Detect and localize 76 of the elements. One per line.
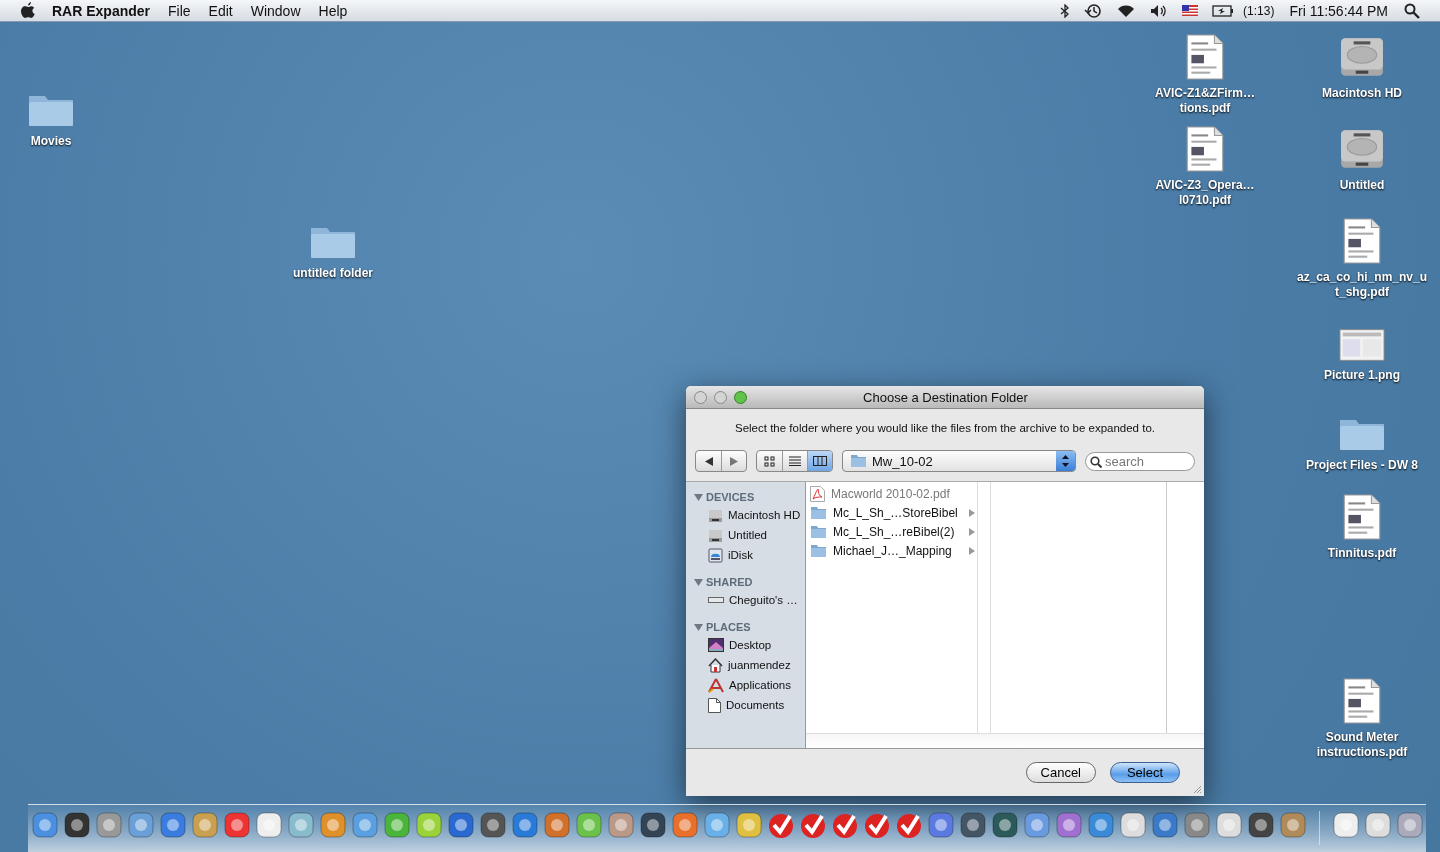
sidebar-item[interactable]: Macintosh HD <box>728 509 801 521</box>
column-entry[interactable]: Michael_J…_Mapping <box>833 543 961 558</box>
icon-label[interactable]: Picture 1.png <box>1324 368 1400 383</box>
section-heading[interactable]: SHARED <box>706 576 753 588</box>
idisk-icon <box>708 547 723 563</box>
volume-icon[interactable] <box>1150 3 1169 18</box>
column-view-icon <box>813 456 827 466</box>
desktop-icon <box>708 638 724 652</box>
checkmark-icon[interactable] <box>830 811 859 839</box>
checkmark-icon[interactable] <box>862 811 891 839</box>
icon-label[interactable]: untitled folder <box>293 266 373 281</box>
menu-item[interactable]: Window <box>241 2 310 19</box>
cancel-button[interactable]: Cancel <box>1025 762 1096 783</box>
menu-item[interactable]: Edit <box>199 2 242 19</box>
flag-icon[interactable] <box>1182 5 1199 16</box>
icon-label[interactable]: Project Files - DW 8 <box>1306 458 1418 473</box>
popup-stepper[interactable] <box>1056 451 1075 471</box>
path-label: Mw_10-02 <box>872 453 933 469</box>
sidebar-item[interactable]: juanmendez <box>728 659 791 671</box>
folder-icon <box>810 524 827 539</box>
clock[interactable]: Fri 11:56:44 PM <box>1280 2 1397 19</box>
icon-label[interactable]: Tinnitus.pdf <box>1327 546 1397 561</box>
icon-label[interactable]: Macintosh HD <box>1322 86 1402 101</box>
folder-icon <box>810 505 827 520</box>
minimize-button[interactable] <box>714 390 727 404</box>
search-field[interactable]: search <box>1085 451 1195 471</box>
folder-icon <box>850 454 867 468</box>
sidebar-item[interactable]: Documents <box>726 699 785 711</box>
folder-icon <box>810 543 827 558</box>
menu-item[interactable]: Help <box>309 2 357 19</box>
icon-label[interactable]: Movies <box>30 134 72 149</box>
icon-label[interactable]: Sound Meter instructions.pdf <box>1296 730 1428 760</box>
select-button[interactable]: Select <box>1110 762 1180 783</box>
house-icon <box>708 657 723 673</box>
dialog-message: Select the folder where you would like the files from the archive to be expanded to. <box>735 422 1155 434</box>
network-drive-icon <box>708 596 724 604</box>
sidebar-item[interactable]: Applications <box>729 679 791 691</box>
up-down-arrows-icon <box>1062 455 1069 467</box>
section-heading[interactable]: PLACES <box>706 621 751 633</box>
column-entry[interactable]: Mc_L_Sh_…StoreBibel <box>833 505 961 520</box>
app-menu[interactable]: RAR Expander <box>43 2 160 19</box>
menu-item[interactable]: File <box>159 2 200 19</box>
checkmark-icon[interactable] <box>798 811 827 839</box>
apple-logo[interactable] <box>20 2 36 19</box>
search-icon <box>1090 455 1102 468</box>
checkmark-icon[interactable] <box>894 811 923 839</box>
sidebar-item[interactable]: Cheguito's … <box>729 594 798 606</box>
back-arrow-icon <box>704 456 713 466</box>
checkmark-icon[interactable] <box>766 811 795 839</box>
disclosure-triangle[interactable] <box>694 622 703 632</box>
applications-icon <box>708 677 724 693</box>
icon-label[interactable]: az_ca_co_hi_nm_nv_ut_shg.pdf <box>1296 270 1428 300</box>
disclosure-triangle[interactable] <box>694 492 703 502</box>
pdf-icon <box>810 485 825 502</box>
disclosure-triangle[interactable] <box>694 577 703 587</box>
list-view-icon <box>789 456 801 466</box>
icon-label[interactable]: Untitled <box>1339 178 1385 193</box>
sidebar-item[interactable]: Untitled <box>728 529 767 541</box>
icon-view-icon <box>764 455 775 467</box>
battery-icon[interactable] <box>1212 4 1235 17</box>
close-button[interactable] <box>694 390 707 404</box>
screenshot-icon <box>1339 328 1385 362</box>
column-entry[interactable]: Mc_L_Sh_…reBibel(2) <box>833 524 961 539</box>
sidebar-item[interactable]: iDisk <box>728 549 753 561</box>
columns-view-button[interactable] <box>807 451 832 471</box>
search-icon[interactable] <box>1404 2 1420 19</box>
resize-grip-icon[interactable] <box>1192 784 1202 794</box>
sidebar-item[interactable]: Desktop <box>729 639 772 651</box>
icon-label[interactable]: AVIC-Z1&ZFirm…tions.pdf <box>1139 86 1271 116</box>
path-popup[interactable]: Mw_10-02 <box>842 450 1076 472</box>
section-heading[interactable]: DEVICES <box>706 491 755 503</box>
battery-time: (1:13) <box>1242 3 1276 18</box>
zoom-button[interactable] <box>734 390 747 404</box>
window-title: Choose a Destination Folder <box>862 389 1029 405</box>
icon-label[interactable]: AVIC-Z3_Opera…l0710.pdf <box>1139 178 1271 208</box>
forward-arrow-icon <box>730 456 738 466</box>
